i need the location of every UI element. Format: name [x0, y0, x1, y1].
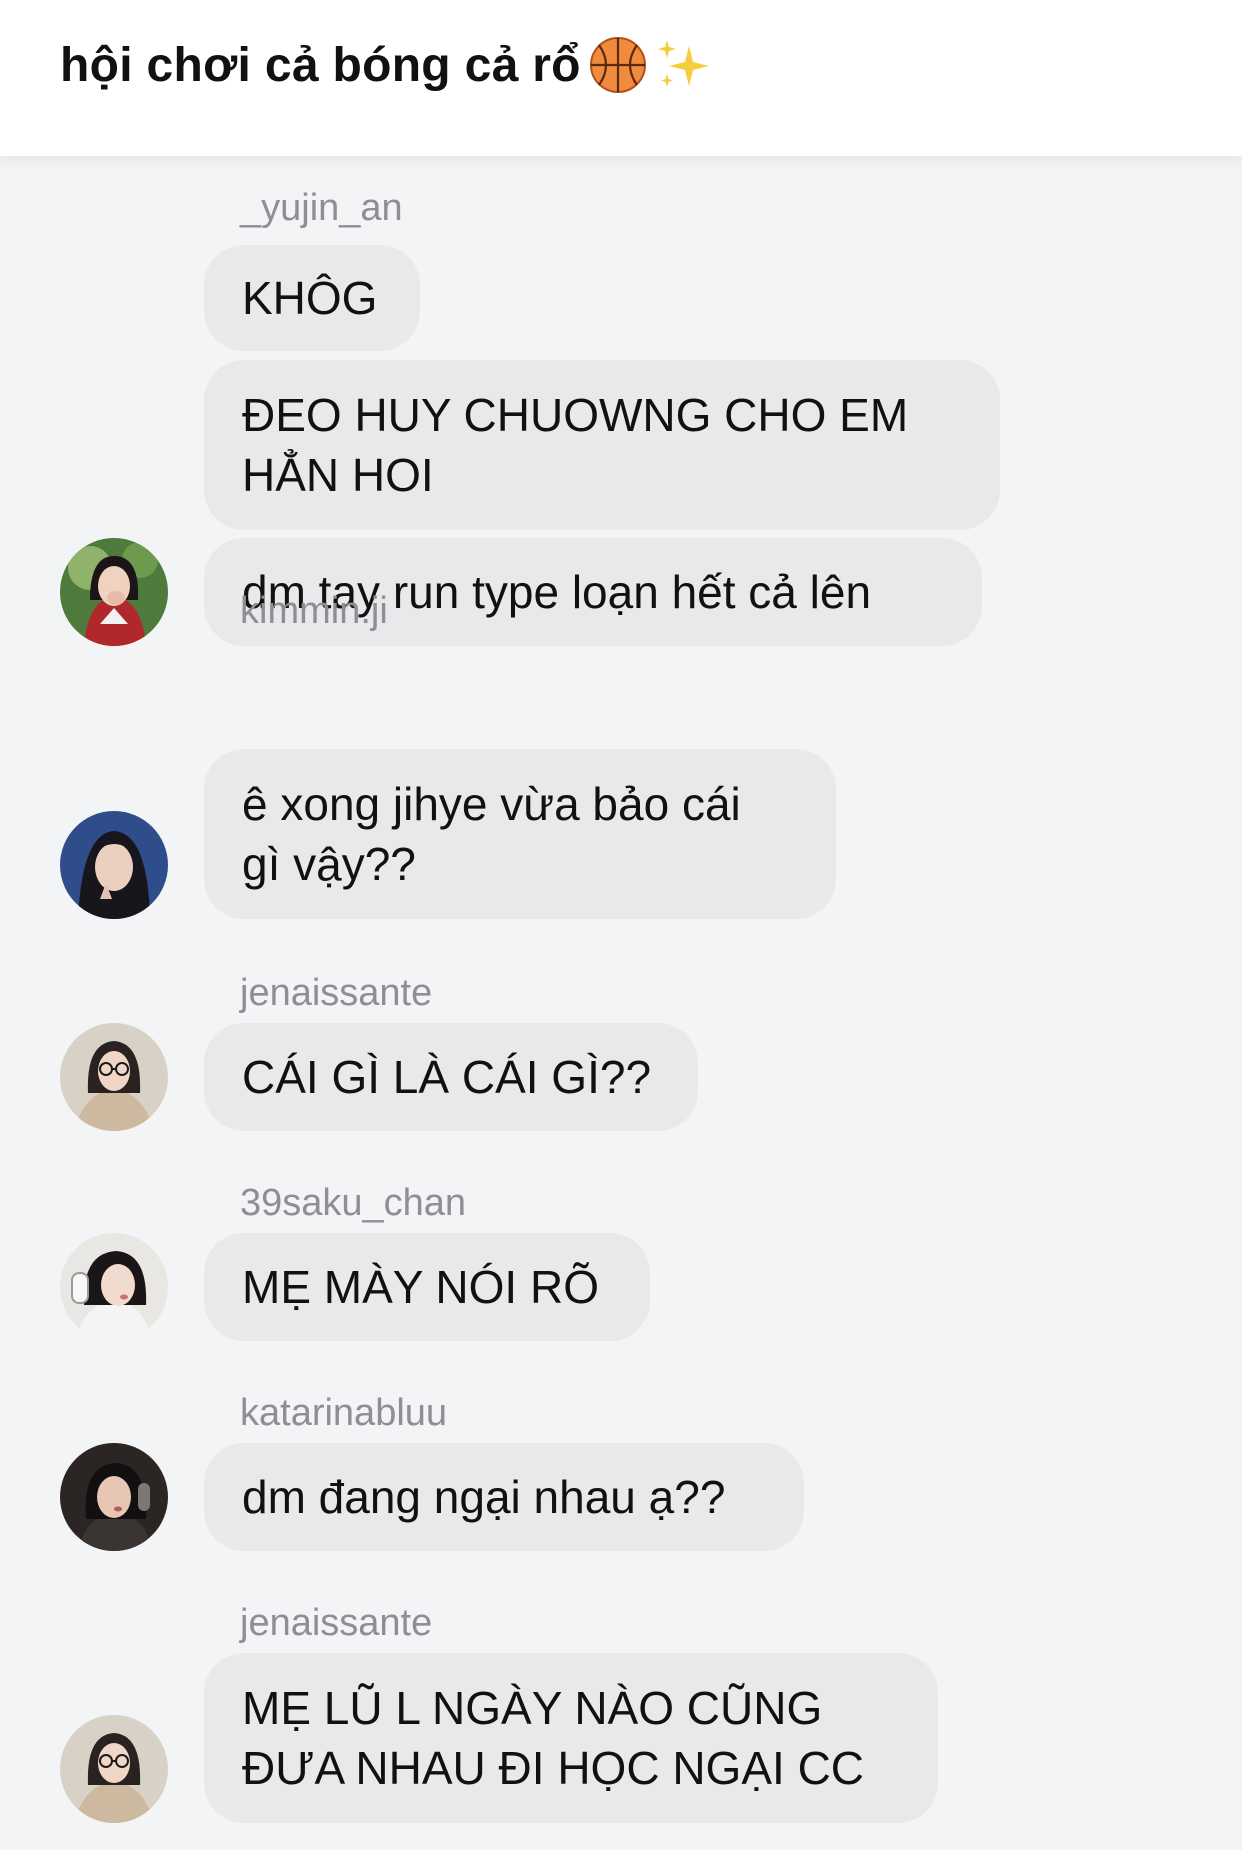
- message-text: ĐEO HUY CHUOWNG CHO EM HẲN HOI: [242, 389, 909, 501]
- sender-name: jenaissante: [240, 1602, 433, 1644]
- avatar[interactable]: [60, 1233, 168, 1341]
- message-text: MẸ MÀY NÓI RÕ: [242, 1261, 599, 1313]
- sender-name: _yujin_an: [240, 187, 403, 229]
- group-title[interactable]: hội chơi cả bóng cả rổ: [60, 36, 715, 94]
- sparkles-icon: [653, 36, 715, 94]
- avatar[interactable]: [60, 1443, 168, 1551]
- basketball-icon: [589, 36, 647, 94]
- message-text: CÁI GÌ LÀ CÁI GÌ??: [242, 1051, 652, 1103]
- message-text: dm đang ngại nhau ạ??: [242, 1471, 726, 1523]
- message-bubble[interactable]: CÁI GÌ LÀ CÁI GÌ??: [204, 1023, 698, 1131]
- avatar[interactable]: [60, 811, 168, 919]
- message-bubble[interactable]: MẸ MÀY NÓI RÕ: [204, 1233, 650, 1341]
- sender-name: 39saku_chan: [240, 1182, 467, 1224]
- message-text: MẸ LŨ L NGÀY NÀO CŨNG ĐƯA NHAU ĐI HỌC NG…: [242, 1682, 865, 1794]
- avatar[interactable]: [60, 1023, 168, 1131]
- message-text: KHÔG: [242, 272, 378, 324]
- message-bubble[interactable]: ĐEO HUY CHUOWNG CHO EM HẲN HOI: [204, 360, 1000, 530]
- message-thread[interactable]: _yujin_an KHÔG ĐEO HUY CHUOWNG CHO EM HẲ…: [0, 156, 1242, 1850]
- sender-name: katarinabluu: [240, 1392, 448, 1434]
- sender-name: jenaissante: [240, 972, 433, 1014]
- group-name: hội chơi cả bóng cả rổ: [60, 38, 581, 92]
- chat-header: hội chơi cả bóng cả rổ: [0, 0, 1242, 156]
- message-bubble[interactable]: dm đang ngại nhau ạ??: [204, 1443, 804, 1551]
- avatar[interactable]: [60, 538, 168, 646]
- message-text: ê xong jihye vừa bảo cái gì vậy??: [242, 778, 741, 890]
- sender-name: kimmin.ji: [240, 590, 388, 632]
- avatar[interactable]: [60, 1715, 168, 1823]
- message-bubble[interactable]: ê xong jihye vừa bảo cái gì vậy??: [204, 749, 836, 919]
- message-bubble[interactable]: KHÔG: [204, 245, 420, 351]
- message-bubble[interactable]: MẸ LŨ L NGÀY NÀO CŨNG ĐƯA NHAU ĐI HỌC NG…: [204, 1653, 938, 1823]
